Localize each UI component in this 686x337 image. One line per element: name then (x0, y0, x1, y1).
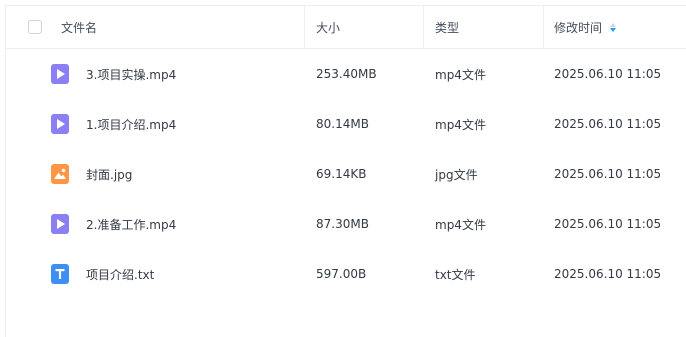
table-row[interactable]: 3.项目实操.mp4 253.40MB mp4文件 2025.06.10 11:05 (6, 49, 686, 99)
table-row[interactable]: 项目介绍.txt 597.00B txt文件 2025.06.10 11:05 (6, 249, 686, 299)
sort-descending-icon (610, 28, 617, 32)
column-header-modified[interactable]: 修改时间 (554, 6, 617, 49)
file-modified-time: 2025.06.10 11:05 (554, 167, 662, 181)
table-row[interactable]: 2.准备工作.mp4 87.30MB mp4文件 2025.06.10 11:05 (6, 199, 686, 249)
file-modified-time: 2025.06.10 11:05 (554, 67, 662, 81)
file-type: mp4文件 (435, 117, 486, 132)
sort-icon[interactable] (610, 23, 617, 32)
column-header-size-label: 大小 (316, 21, 341, 35)
file-size: 597.00B (316, 267, 367, 281)
column-header-name-label: 文件名 (61, 21, 98, 35)
file-type: txt文件 (435, 267, 476, 282)
column-header-name[interactable]: 文件名 (61, 6, 97, 49)
table-row[interactable]: 封面.jpg 69.14KB jpg文件 2025.06.10 11:05 (6, 149, 686, 199)
sort-ascending-icon (610, 23, 617, 27)
file-name[interactable]: 3.项目实操.mp4 (86, 49, 176, 99)
image-file-icon (51, 164, 69, 184)
file-type: mp4文件 (435, 217, 486, 232)
file-name[interactable]: 封面.jpg (86, 149, 132, 199)
file-list-panel: 文件名 大小 类型 修改时间 3.项目实操.mp4 253.40MB mp4文件 20… (5, 5, 686, 337)
file-modified-time: 2025.06.10 11:05 (554, 217, 662, 231)
table-header: 文件名 大小 类型 修改时间 (6, 6, 686, 49)
file-size: 80.14MB (316, 117, 369, 131)
file-modified-time: 2025.06.10 11:05 (554, 117, 662, 131)
text-file-icon (51, 264, 69, 284)
file-size: 87.30MB (316, 217, 369, 231)
file-name[interactable]: 2.准备工作.mp4 (86, 199, 176, 249)
column-header-size[interactable]: 大小 (316, 6, 340, 49)
file-modified-time: 2025.06.10 11:05 (554, 267, 662, 281)
column-divider[interactable] (543, 6, 544, 49)
video-file-icon (51, 114, 69, 134)
video-file-icon (51, 64, 69, 84)
column-divider[interactable] (423, 6, 424, 49)
file-size: 69.14KB (316, 167, 367, 181)
file-type: mp4文件 (435, 67, 486, 82)
select-all-checkbox[interactable] (28, 20, 42, 34)
table-row[interactable]: 1.项目介绍.mp4 80.14MB mp4文件 2025.06.10 11:05 (6, 99, 686, 149)
file-name[interactable]: 项目介绍.txt (86, 249, 154, 299)
column-header-type[interactable]: 类型 (435, 6, 459, 49)
column-header-type-label: 类型 (435, 21, 460, 35)
column-divider[interactable] (304, 6, 305, 49)
file-type: jpg文件 (435, 167, 478, 182)
file-size: 253.40MB (316, 67, 377, 81)
column-header-modified-label: 修改时间 (554, 21, 603, 35)
file-name[interactable]: 1.项目介绍.mp4 (86, 99, 176, 149)
video-file-icon (51, 214, 69, 234)
